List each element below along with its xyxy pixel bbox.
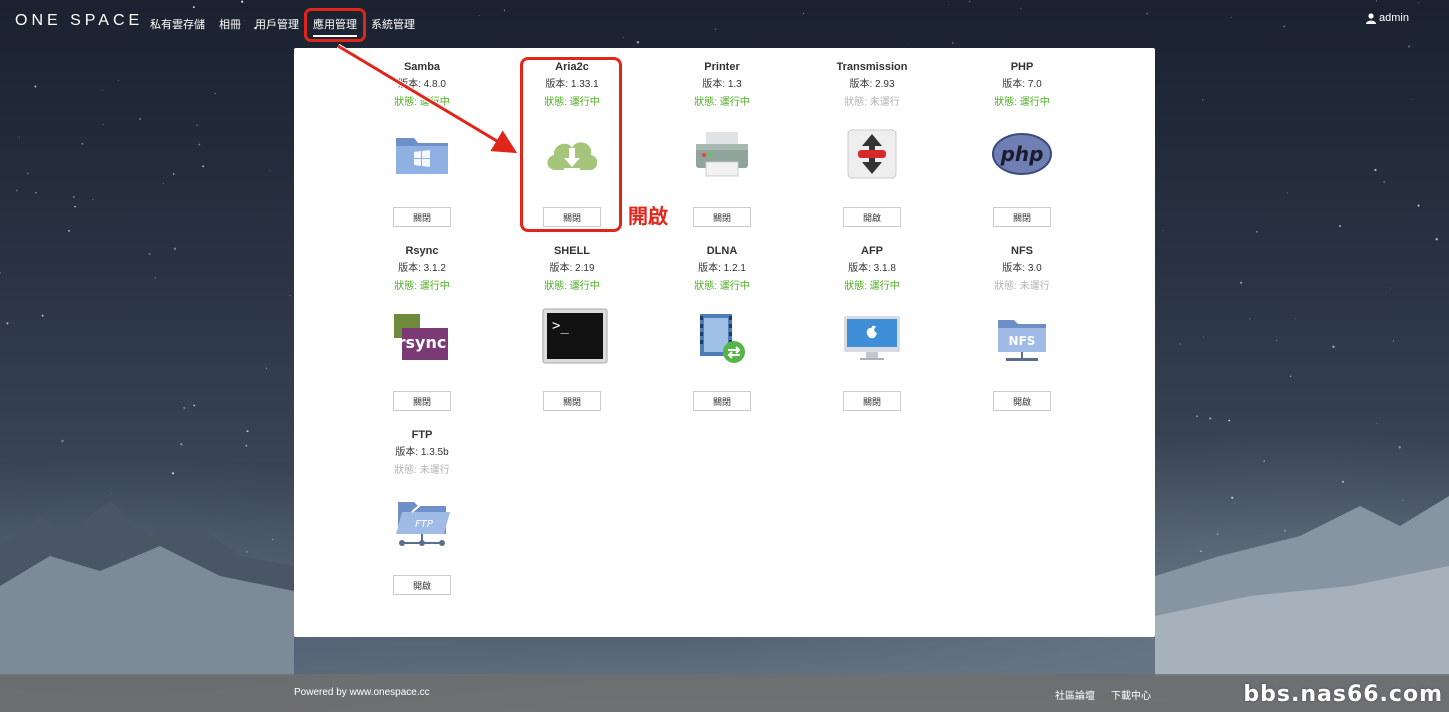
app-version: 版本: 3.1.8 [848, 263, 896, 274]
app-status: 狀態: 運行中 [694, 281, 750, 292]
app-status: 狀態: 運行中 [694, 97, 750, 108]
user-icon [1366, 12, 1377, 24]
app-card-shell: SHELL 版本: 2.19 狀態: 運行中 >_ 關閉 [497, 242, 647, 411]
app-name: PHP [1010, 61, 1034, 73]
app-version: 版本: 2.19 [549, 263, 595, 274]
app-version: 版本: 7.0 [1002, 79, 1042, 90]
svg-text:php: php [1000, 142, 1044, 166]
nav-highlight-box [304, 8, 366, 42]
app-status: 狀態: 運行中 [544, 281, 600, 292]
user-menu[interactable]: admin [1366, 12, 1409, 24]
folder-windows-icon[interactable] [392, 124, 452, 184]
app-status: 狀態: 運行中 [844, 281, 900, 292]
app-status: 狀態: 運行中 [994, 97, 1050, 108]
svg-text:NFS: NFS [1009, 334, 1036, 348]
php-icon[interactable]: php [992, 124, 1052, 184]
nfs-folder-icon[interactable]: NFS [992, 308, 1052, 368]
annotation-label: 開啟 [628, 206, 668, 228]
transmission-icon[interactable] [842, 124, 902, 184]
app-version: 版本: 3.0 [1002, 263, 1042, 274]
nav-album[interactable]: 相冊 [219, 16, 241, 37]
printer-toggle-button[interactable]: 關閉 [693, 207, 751, 227]
app-status: 狀態: 運行中 [394, 97, 450, 108]
ftp-toggle-button[interactable]: 開啟 [393, 575, 451, 595]
app-name: SHELL [553, 245, 591, 257]
ftp-folder-icon[interactable]: FTP [392, 492, 452, 552]
app-card-php: PHP 版本: 7.0 狀態: 運行中 php 關閉 [947, 58, 1097, 227]
footer-link-forum[interactable]: 社區論壇 [1055, 687, 1095, 702]
rsync-toggle-button[interactable]: 關閉 [393, 391, 451, 411]
nfs-toggle-button[interactable]: 開啟 [993, 391, 1051, 411]
php-toggle-button[interactable]: 關閉 [993, 207, 1051, 227]
app-logo[interactable]: ONE SPACE [15, 12, 143, 30]
app-name: AFP [861, 245, 883, 257]
app-status: 狀態: 未運行 [394, 465, 450, 476]
footer-link-download[interactable]: 下載中心 [1111, 687, 1151, 702]
app-name: Printer [704, 61, 740, 73]
app-version: 版本: 1.3 [702, 79, 742, 90]
svg-text:rsync: rsync [398, 333, 447, 352]
footer: Powered by www.onespace.cc 社區論壇 下載中心 bbs… [0, 674, 1449, 712]
app-version: 版本: 1.2.1 [698, 263, 746, 274]
dlna-icon[interactable] [692, 308, 752, 368]
app-name: Rsync [405, 245, 439, 257]
app-management-panel: Samba 版本: 4.8.0 狀態: 運行中 關閉 Aria2c 版本: 1.33.1 狀… [294, 48, 1155, 637]
app-card-transmission: Transmission 版本: 2.93 狀態: 未運行開啟 [797, 58, 947, 227]
svg-text:FTP: FTP [415, 519, 434, 530]
apple-monitor-icon[interactable] [842, 308, 902, 368]
aria2c-highlight-box [520, 57, 622, 232]
nav-user-management[interactable]: 用戶管理 [255, 16, 299, 37]
powered-by-link[interactable]: Powered by www.onespace.cc [294, 687, 430, 698]
app-card-printer: Printer 版本: 1.3 狀態: 運行中關閉 [647, 58, 797, 227]
app-card-ftp: FTP 版本: 1.3.5b 狀態: 未運行 FTP 開啟 [347, 426, 497, 595]
app-card-dlna: DLNA 版本: 1.2.1 狀態: 運行中關閉 [647, 242, 797, 411]
nav-system-management[interactable]: 系統管理 [371, 16, 415, 37]
app-name: DLNA [706, 245, 738, 257]
app-card-afp: AFP 版本: 3.1.8 狀態: 運行中關閉 [797, 242, 947, 411]
app-name: Samba [403, 61, 441, 73]
shell-toggle-button[interactable]: 關閉 [543, 391, 601, 411]
afp-toggle-button[interactable]: 關閉 [843, 391, 901, 411]
transmission-toggle-button[interactable]: 開啟 [843, 207, 901, 227]
app-version: 版本: 4.8.0 [398, 79, 446, 90]
svg-text:>_: >_ [552, 318, 569, 334]
watermark: bbs.nas66.com [1243, 682, 1443, 707]
rsync-icon[interactable]: rsync [392, 308, 452, 368]
app-version: 版本: 1.3.5b [395, 447, 449, 458]
app-status: 狀態: 運行中 [394, 281, 450, 292]
dlna-toggle-button[interactable]: 關閉 [693, 391, 751, 411]
printer-icon[interactable] [692, 124, 752, 184]
top-navigation-bar: ONE SPACE 私有雲存儲 相冊 用戶管理 應用管理 系統管理 admin [0, 0, 1449, 44]
main-nav: 私有雲存儲 相冊 用戶管理 應用管理 系統管理 [150, 16, 429, 37]
samba-toggle-button[interactable]: 關閉 [393, 207, 451, 227]
app-name: NFS [1011, 245, 1033, 257]
app-status: 狀態: 未運行 [844, 97, 900, 108]
app-card-nfs: NFS 版本: 3.0 狀態: 未運行 NFS 開啟 [947, 242, 1097, 411]
app-version: 版本: 2.93 [849, 79, 895, 90]
nav-private-cloud[interactable]: 私有雲存儲 [150, 16, 205, 37]
terminal-icon[interactable]: >_ [542, 308, 608, 368]
app-status: 狀態: 未運行 [994, 281, 1050, 292]
username: admin [1379, 12, 1409, 24]
app-card-samba: Samba 版本: 4.8.0 狀態: 運行中關閉 [347, 58, 497, 227]
app-name: Transmission [836, 61, 908, 73]
app-card-rsync: Rsync 版本: 3.1.2 狀態: 運行中 rsync 關閉 [347, 242, 497, 411]
app-version: 版本: 3.1.2 [398, 263, 446, 274]
app-name: FTP [411, 429, 433, 441]
footer-links: 社區論壇 下載中心 [1055, 687, 1151, 702]
